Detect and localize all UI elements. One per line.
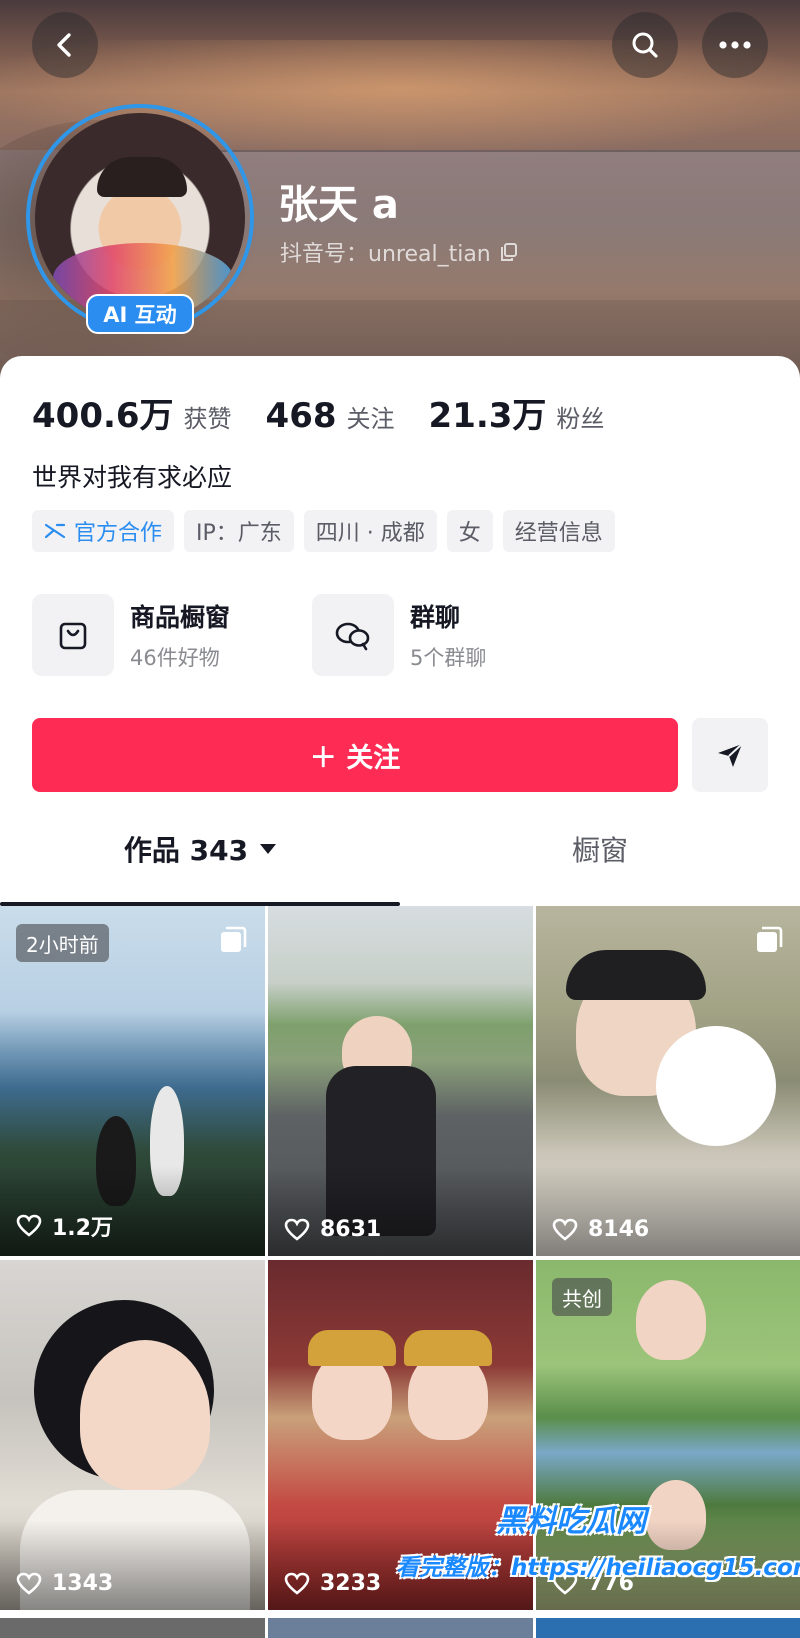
heart-icon	[16, 1214, 42, 1237]
stat-value: 468	[265, 396, 337, 436]
share-button[interactable]	[692, 718, 768, 792]
group-title: 群聊	[410, 603, 461, 632]
gender-tag: 女	[446, 510, 493, 552]
shopping-bag-icon	[32, 594, 114, 676]
watermark-url: 看完整版：https://heiliaocg15.com	[396, 1555, 800, 1581]
post-thumbnail[interactable]: 8146	[536, 906, 800, 1256]
likes-value: 1.2万	[52, 1216, 113, 1241]
follow-button[interactable]: ＋ 关注	[32, 718, 678, 792]
post-thumbnail[interactable]: 1343	[0, 1260, 265, 1610]
ai-interaction-badge[interactable]: AI 互动	[86, 294, 194, 334]
stat-label: 粉丝	[556, 405, 605, 433]
shop-window-entry[interactable]: 商品橱窗 46件好物	[32, 594, 230, 676]
time-badge: 2小时前	[16, 924, 109, 962]
stat-value: 400.6万	[32, 396, 174, 436]
co-creation-badge: 共创	[552, 1278, 612, 1316]
post-thumbnail[interactable]: 2小时前 1.2万	[0, 906, 265, 1256]
watermark-title: 黑料吃瓜网	[496, 1504, 646, 1539]
stats-row: 400.6万 获赞 468 关注 21.3万 粉丝	[32, 388, 638, 437]
caret-down-icon[interactable]	[260, 844, 277, 854]
bio: 世界对我有求必应	[32, 463, 233, 492]
stat-value: 21.3万	[428, 396, 547, 436]
avatar-image	[35, 113, 245, 323]
douyin-id[interactable]: 抖音号：unreal_tian	[280, 236, 519, 268]
shop-subtitle: 46件好物	[130, 646, 220, 670]
content-tabs: 作品 343 橱窗	[0, 806, 800, 892]
search-icon	[632, 32, 658, 58]
stat-label: 关注	[346, 405, 395, 433]
likes-count: 8631	[284, 1217, 381, 1242]
stat-label: 获赞	[183, 405, 232, 433]
likes-count: 8146	[552, 1217, 649, 1242]
likes-count: 3233	[284, 1571, 381, 1596]
ip-tag: IP：广东	[184, 510, 294, 552]
heart-icon	[16, 1572, 42, 1595]
likes-count: 1343	[16, 1571, 113, 1596]
back-button[interactable]	[32, 12, 98, 78]
more-dots-icon	[719, 41, 751, 49]
stat-following[interactable]: 468 关注	[266, 396, 395, 436]
heart-icon	[552, 1218, 578, 1241]
location-tag[interactable]: 四川 · 成都	[303, 510, 437, 552]
group-chat-entry[interactable]: 群聊 5个群聊	[312, 594, 486, 676]
shop-title: 商品橱窗	[130, 603, 231, 632]
likes-value: 8146	[588, 1217, 650, 1242]
tab-works-label: 作品 343	[123, 834, 249, 867]
multi-image-icon	[221, 926, 247, 952]
send-icon	[718, 743, 743, 767]
likes-count: 1.2万	[16, 1210, 113, 1242]
horizon	[200, 150, 800, 152]
likes-value: 8631	[320, 1217, 382, 1242]
search-button[interactable]	[612, 12, 678, 78]
heart-icon	[284, 1218, 310, 1241]
handshake-icon	[44, 523, 66, 539]
official-cooperation-tag[interactable]: 官方合作	[32, 510, 175, 552]
chevron-left-icon	[57, 33, 71, 57]
likes-value: 1343	[52, 1571, 114, 1596]
group-subtitle: 5个群聊	[410, 646, 487, 670]
heart-icon	[284, 1572, 310, 1595]
chat-bubbles-icon	[312, 594, 394, 676]
stat-followers[interactable]: 21.3万 粉丝	[429, 388, 605, 437]
tag-row: 官方合作 IP：广东 四川 · 成都 女 经营信息	[32, 510, 615, 552]
multi-image-icon	[757, 926, 783, 952]
post-thumbnail[interactable]: 8631	[268, 906, 533, 1256]
nickname: 张天 a	[278, 182, 399, 228]
official-tag-label: 官方合作	[74, 521, 163, 546]
likes-value: 3233	[320, 1571, 382, 1596]
more-button[interactable]	[702, 12, 768, 78]
douyin-id-text: 抖音号：unreal_tian	[280, 242, 491, 267]
next-row-peek	[0, 1618, 800, 1638]
stat-likes[interactable]: 400.6万 获赞	[32, 388, 232, 437]
business-info-tag[interactable]: 经营信息	[502, 510, 615, 552]
tab-works[interactable]: 作品 343	[0, 806, 400, 892]
copy-icon[interactable]	[499, 242, 519, 262]
tab-showcase[interactable]: 橱窗	[400, 806, 800, 892]
